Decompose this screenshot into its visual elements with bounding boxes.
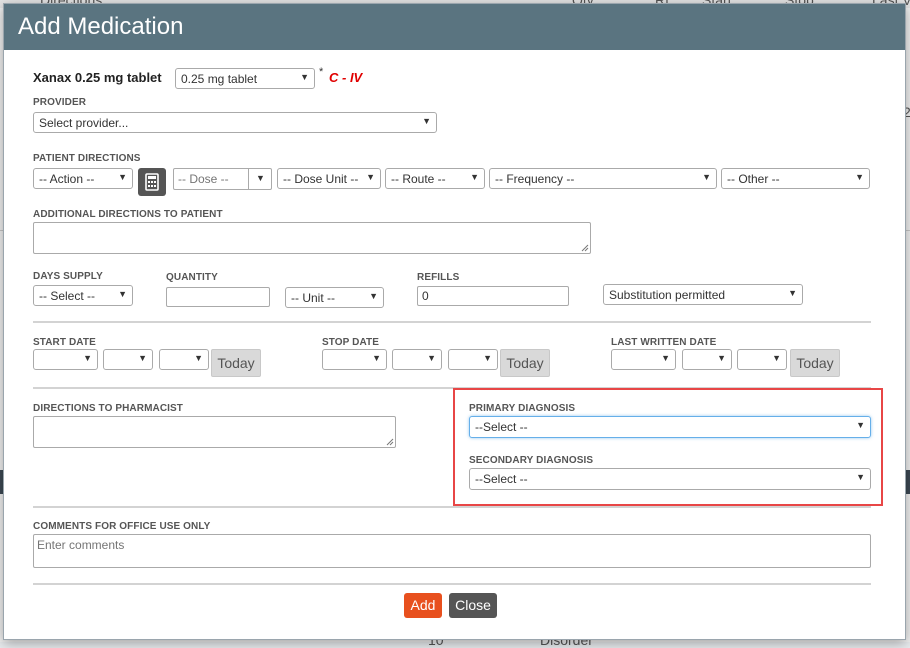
- medication-name: Xanax 0.25 mg tablet: [33, 70, 162, 85]
- strength-select[interactable]: 0.25 mg tablet ▼: [175, 68, 315, 89]
- close-button[interactable]: Close: [449, 593, 497, 618]
- section-divider: [33, 321, 871, 323]
- provider-select-value: Select provider...: [39, 116, 129, 130]
- section-divider: [33, 506, 871, 508]
- substitution-select-value: Substitution permitted: [609, 288, 726, 302]
- chevron-down-icon: ▼: [118, 172, 127, 182]
- refills-label: REFILLS: [417, 272, 460, 283]
- modal-header: Add Medication: [4, 4, 905, 50]
- stop-date-month-select[interactable]: ▼: [322, 349, 387, 370]
- required-marker: *: [319, 66, 324, 78]
- provider-label: PROVIDER: [33, 97, 87, 108]
- caret-down-icon: ▼: [256, 173, 265, 183]
- quantity-unit-select[interactable]: -- Unit -- ▼: [285, 287, 384, 308]
- directions-to-pharmacist-label: DIRECTIONS TO PHARMACIST: [33, 403, 183, 414]
- comments-label: COMMENTS FOR OFFICE USE ONLY: [33, 521, 211, 532]
- frequency-select[interactable]: -- Frequency -- ▼: [489, 168, 717, 189]
- secondary-diagnosis-select[interactable]: --Select -- ▼: [469, 468, 871, 490]
- resize-grip-icon[interactable]: [581, 244, 589, 252]
- modal-title: Add Medication: [18, 13, 184, 40]
- patient-directions-label: PATIENT DIRECTIONS: [33, 153, 141, 164]
- last-written-month-select[interactable]: ▼: [611, 349, 676, 370]
- additional-directions-label: ADDITIONAL DIRECTIONS TO PATIENT: [33, 209, 223, 220]
- calculator-icon: [145, 173, 159, 191]
- chevron-down-icon: ▼: [717, 353, 726, 363]
- add-button[interactable]: Add: [404, 593, 442, 618]
- resize-grip-icon[interactable]: [386, 438, 394, 446]
- primary-diagnosis-select-value: --Select --: [475, 420, 528, 434]
- route-select[interactable]: -- Route -- ▼: [385, 168, 485, 189]
- stop-date-label: STOP DATE: [322, 337, 380, 348]
- chevron-down-icon: ▼: [856, 472, 865, 482]
- route-select-value: -- Route --: [391, 172, 446, 186]
- action-select[interactable]: -- Action -- ▼: [33, 168, 133, 189]
- chevron-down-icon: ▼: [483, 353, 492, 363]
- stop-date-year-select[interactable]: ▼: [448, 349, 498, 370]
- last-written-day-select[interactable]: ▼: [682, 349, 732, 370]
- comments-textarea[interactable]: [33, 534, 871, 568]
- chevron-down-icon: ▼: [194, 353, 203, 363]
- action-select-value: -- Action --: [39, 172, 95, 186]
- dose-input[interactable]: [173, 168, 249, 190]
- chevron-down-icon: ▼: [427, 353, 436, 363]
- last-written-date-label: LAST WRITTEN DATE: [611, 337, 717, 348]
- other-select[interactable]: -- Other -- ▼: [721, 168, 870, 189]
- chevron-down-icon: ▼: [366, 172, 375, 182]
- dose-unit-select[interactable]: -- Dose Unit -- ▼: [277, 168, 381, 189]
- chevron-down-icon: ▼: [772, 353, 781, 363]
- chevron-down-icon: ▼: [300, 72, 309, 82]
- primary-diagnosis-select[interactable]: --Select -- ▼: [469, 416, 871, 438]
- other-select-value: -- Other --: [727, 172, 780, 186]
- refills-input[interactable]: [417, 286, 569, 306]
- dose-unit-select-value: -- Dose Unit --: [283, 172, 359, 186]
- chevron-down-icon: ▼: [369, 291, 378, 301]
- start-date-month-select[interactable]: ▼: [33, 349, 98, 370]
- chevron-down-icon: ▼: [470, 172, 479, 182]
- start-date-today-button[interactable]: Today: [211, 349, 261, 377]
- substitution-select[interactable]: Substitution permitted ▼: [603, 284, 803, 305]
- dose-dropdown-toggle[interactable]: ▼: [248, 168, 272, 190]
- start-date-label: START DATE: [33, 337, 96, 348]
- last-written-year-select[interactable]: ▼: [737, 349, 787, 370]
- frequency-select-value: -- Frequency --: [495, 172, 575, 186]
- start-date-day-select[interactable]: ▼: [103, 349, 153, 370]
- section-divider: [33, 583, 871, 585]
- chevron-down-icon: ▼: [788, 288, 797, 298]
- last-written-today-button[interactable]: Today: [790, 349, 840, 377]
- days-supply-select[interactable]: -- Select -- ▼: [33, 285, 133, 306]
- quantity-unit-select-value: -- Unit --: [291, 291, 335, 305]
- provider-select[interactable]: Select provider... ▼: [33, 112, 437, 133]
- days-supply-select-value: -- Select --: [39, 289, 96, 303]
- chevron-down-icon: ▼: [138, 353, 147, 363]
- directions-to-pharmacist-textarea[interactable]: [33, 416, 396, 448]
- chevron-down-icon: ▼: [855, 172, 864, 182]
- chevron-down-icon: ▼: [118, 289, 127, 299]
- chevron-down-icon: ▼: [372, 353, 381, 363]
- days-supply-label: DAYS SUPPLY: [33, 271, 103, 282]
- secondary-diagnosis-select-value: --Select --: [475, 472, 528, 486]
- stop-date-today-button[interactable]: Today: [500, 349, 550, 377]
- add-medication-modal: Add Medication Xanax 0.25 mg tablet 0.25…: [3, 3, 906, 640]
- controlled-schedule: C - IV: [329, 70, 363, 85]
- chevron-down-icon: ▼: [661, 353, 670, 363]
- primary-diagnosis-label: PRIMARY DIAGNOSIS: [469, 403, 576, 414]
- dose-calculator-button[interactable]: [138, 168, 166, 196]
- chevron-down-icon: ▼: [422, 116, 431, 126]
- chevron-down-icon: ▼: [856, 420, 865, 430]
- quantity-label: QUANTITY: [166, 272, 218, 283]
- chevron-down-icon: ▼: [83, 353, 92, 363]
- stop-date-day-select[interactable]: ▼: [392, 349, 442, 370]
- start-date-year-select[interactable]: ▼: [159, 349, 209, 370]
- quantity-input[interactable]: [166, 287, 270, 307]
- secondary-diagnosis-label: SECONDARY DIAGNOSIS: [469, 455, 594, 466]
- chevron-down-icon: ▼: [702, 172, 711, 182]
- additional-directions-textarea[interactable]: [33, 222, 591, 254]
- strength-select-value: 0.25 mg tablet: [181, 72, 258, 86]
